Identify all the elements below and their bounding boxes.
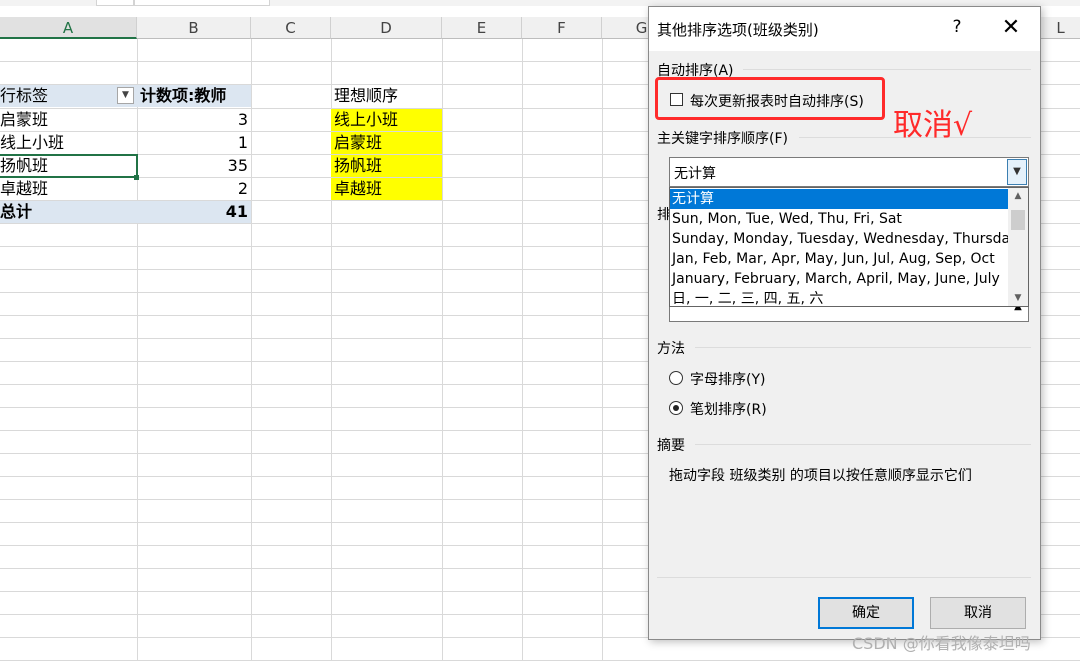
pivot-row-label[interactable]: 启蒙班 — [0, 109, 137, 131]
cancel-button[interactable]: 取消 — [930, 597, 1026, 629]
dialog-title: 其他排序选项(班级类别) — [657, 21, 819, 39]
group-divider — [657, 577, 1031, 578]
stroke-sort-label[interactable]: 笔划排序(R) — [690, 399, 767, 419]
first-key-selected-value: 无计算 — [674, 166, 716, 182]
dropdown-option[interactable]: January, February, March, April, May, Ju… — [670, 269, 1008, 289]
pivot-total-value[interactable]: 41 — [137, 201, 251, 223]
close-icon[interactable]: ✕ — [999, 15, 1023, 40]
summary-text: 拖动字段 班级类别 的项目以按任意顺序显示它们 — [669, 468, 972, 484]
stroke-sort-radio[interactable] — [669, 401, 683, 415]
scroll-down-icon[interactable]: ▼ — [1008, 290, 1028, 306]
pivot-value-header[interactable]: 计数项:教师 — [137, 85, 251, 107]
method-group-label: 方法 — [657, 341, 685, 357]
dropdown-option[interactable]: 无计算 — [670, 189, 1008, 209]
column-header-e[interactable]: E — [442, 17, 522, 39]
summary-group-label: 摘要 — [657, 438, 685, 454]
dropdown-option[interactable]: Sunday, Monday, Tuesday, Wednesday, Thur… — [670, 229, 1008, 249]
ideal-order-item[interactable]: 卓越班 — [331, 178, 442, 200]
first-key-sort-order-select[interactable]: 无计算 ▼ — [669, 157, 1029, 187]
dialog-titlebar[interactable]: 其他排序选项(班级类别) ? ✕ — [649, 7, 1040, 51]
column-header-c[interactable]: C — [251, 17, 331, 39]
alpha-sort-label[interactable]: 字母排序(Y) — [690, 369, 765, 389]
pivot-row-value[interactable]: 1 — [137, 132, 251, 154]
dropdown-option[interactable]: 日, 一, 二, 三, 四, 五, 六 — [670, 289, 1008, 306]
chevron-down-icon[interactable]: ▼ — [1007, 159, 1027, 185]
group-divider — [695, 347, 1031, 348]
pivot-row-label[interactable]: 线上小班 — [0, 132, 137, 154]
fill-handle[interactable] — [134, 175, 139, 180]
pivot-row-label-text: 行标签 — [0, 86, 49, 105]
dropdown-scrollbar[interactable]: ▲ ▼ — [1008, 188, 1028, 306]
column-header-d[interactable]: D — [331, 17, 442, 39]
pivot-row-value[interactable]: 35 — [137, 155, 251, 177]
ok-button[interactable]: 确定 — [818, 597, 914, 629]
ideal-order-header[interactable]: 理想顺序 — [334, 85, 442, 107]
sheet-tab[interactable] — [134, 0, 270, 6]
annotation-highlight-box — [655, 77, 885, 120]
sheet-tab[interactable] — [96, 0, 134, 6]
filter-dropdown-icon[interactable]: ▼ — [117, 87, 134, 104]
ideal-order-item[interactable]: 扬帆班 — [331, 155, 442, 177]
pivot-row-label[interactable]: 卓越班 — [0, 178, 137, 200]
annotation-note: 取消√ — [893, 108, 973, 143]
column-header-f[interactable]: F — [522, 17, 602, 39]
group-divider — [743, 69, 1031, 70]
scroll-thumb[interactable] — [1011, 210, 1025, 230]
scroll-up-icon[interactable]: ▲ — [1008, 188, 1028, 204]
column-header-b[interactable]: B — [137, 17, 251, 39]
dropdown-option[interactable]: Sun, Mon, Tue, Wed, Thu, Fri, Sat — [670, 209, 1008, 229]
help-icon[interactable]: ? — [946, 17, 968, 37]
dropdown-option[interactable]: Jan, Feb, Mar, Apr, May, Jun, Jul, Aug, … — [670, 249, 1008, 269]
sort-order-dropdown-list: 无计算 Sun, Mon, Tue, Wed, Thu, Fri, Sat Su… — [669, 187, 1029, 307]
column-header-l[interactable]: L — [1041, 17, 1080, 39]
column-header-a[interactable]: A — [0, 17, 137, 39]
group-divider — [695, 444, 1031, 445]
first-key-group-label: 主关键字排序顺序(F) — [657, 131, 788, 147]
pivot-row-value[interactable]: 2 — [137, 178, 251, 200]
pivot-total-label[interactable]: 总计 — [0, 201, 137, 223]
watermark-text: CSDN @你看我像泰坦吗 — [852, 634, 1031, 653]
ideal-order-item[interactable]: 启蒙班 — [331, 132, 442, 154]
alpha-sort-radio[interactable] — [669, 371, 683, 385]
pivot-row-value[interactable]: 3 — [137, 109, 251, 131]
active-cell-border — [0, 154, 138, 178]
ideal-order-item[interactable]: 线上小班 — [331, 109, 442, 131]
